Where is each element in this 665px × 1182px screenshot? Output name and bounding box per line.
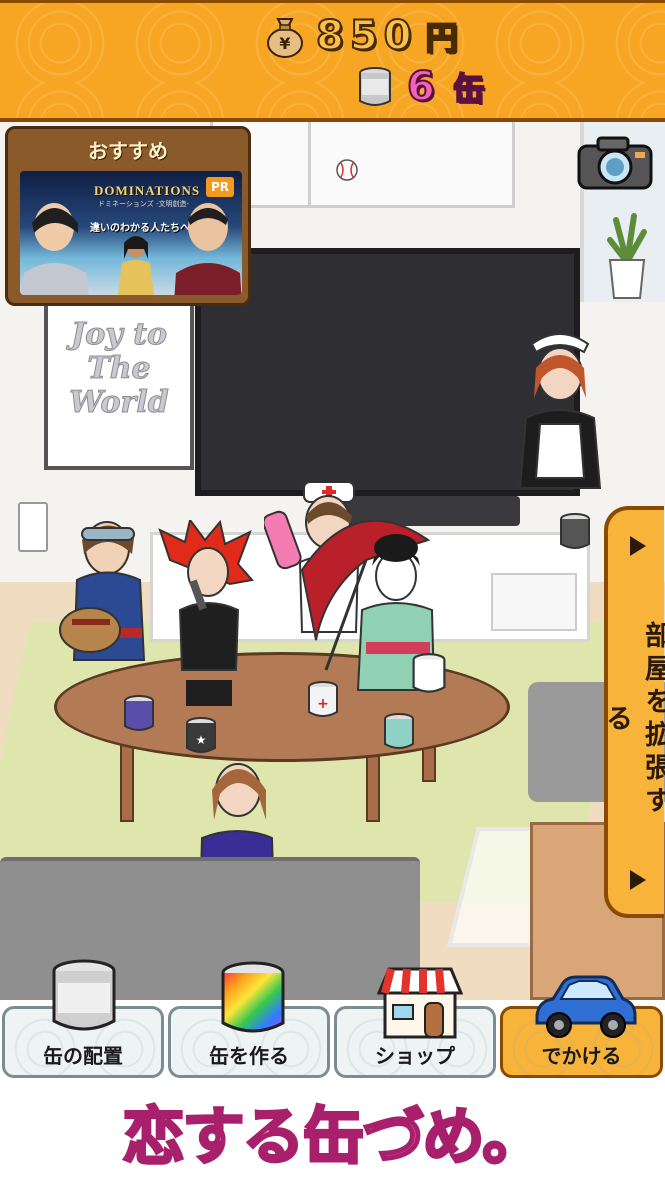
svg-text:+: + bbox=[317, 696, 329, 712]
shop-button[interactable]: ショップ bbox=[334, 967, 496, 1078]
recommend-title: おすすめ bbox=[88, 139, 168, 163]
arrange-cans-label: 缶の配置 bbox=[43, 1044, 123, 1068]
ad-queen-figure bbox=[118, 236, 154, 295]
tin-can-icon bbox=[359, 67, 391, 106]
can-on-table[interactable] bbox=[410, 652, 448, 696]
ad-banner[interactable]: DOMINATIONS ドミネーションズ -文明創造- 違いのわかる人たちへ。 … bbox=[20, 171, 242, 295]
baseball-icon bbox=[336, 159, 358, 181]
character-maid-girl[interactable] bbox=[512, 328, 608, 498]
expand-room-button[interactable]: 部屋を拡張する bbox=[601, 506, 665, 918]
shop-label: ショップ bbox=[375, 1044, 455, 1068]
make-can-button[interactable]: 缶を作る bbox=[168, 961, 330, 1078]
go-out-label: でかける bbox=[541, 1044, 622, 1068]
wall-outlet bbox=[18, 502, 48, 552]
can-on-table[interactable]: + bbox=[306, 680, 340, 720]
ad-person-right bbox=[174, 203, 242, 295]
character-rocker-girl[interactable] bbox=[150, 520, 260, 710]
recommend-ad-board[interactable]: おすすめ DOMINATIONS ドミネーションズ -文明創造- 違いのわかる人… bbox=[5, 126, 251, 306]
play-arrow-icon bbox=[630, 870, 646, 890]
game-logo: 恋する缶づめ。 bbox=[121, 1099, 546, 1175]
can-on-table[interactable] bbox=[558, 512, 592, 552]
status-bar: ¥ 850 円 6 缶 bbox=[0, 0, 665, 122]
svg-text:¥: ¥ bbox=[279, 34, 290, 53]
svg-text:★: ★ bbox=[196, 733, 207, 747]
rainbow-can-icon bbox=[221, 961, 285, 1033]
play-arrow-icon bbox=[630, 536, 646, 556]
expand-room-label: 部屋を拡張する bbox=[601, 621, 665, 819]
make-can-label: 缶を作る bbox=[209, 1044, 289, 1068]
camera-icon[interactable] bbox=[576, 134, 654, 192]
character-fisher-girl[interactable] bbox=[52, 510, 162, 700]
footer: 恋する缶づめ。 bbox=[0, 1080, 665, 1182]
can-on-table[interactable] bbox=[382, 712, 416, 752]
money-unit: 円 bbox=[424, 18, 458, 58]
cans-value: 6 bbox=[406, 63, 441, 111]
money-display: ¥ 850 円 bbox=[262, 11, 459, 61]
shop-icon bbox=[377, 967, 463, 1039]
can-on-table[interactable]: ★ bbox=[184, 716, 218, 756]
poster-text: Joy to The World bbox=[69, 317, 169, 420]
silver-can-icon bbox=[52, 959, 116, 1031]
arrange-cans-button[interactable]: 缶の配置 bbox=[2, 959, 164, 1078]
ad-person-left bbox=[21, 203, 89, 295]
can-on-table[interactable] bbox=[122, 694, 156, 734]
cans-unit: 缶 bbox=[452, 69, 486, 109]
poster: Joy to The World bbox=[44, 300, 194, 470]
go-out-button[interactable]: でかける bbox=[500, 975, 663, 1078]
wall-shelf bbox=[210, 122, 515, 208]
bottom-toolbar: 缶の配置 缶を作る ショップ でかける bbox=[0, 959, 665, 1080]
money-bag-yen-icon: ¥ bbox=[267, 18, 303, 58]
potted-plant bbox=[607, 213, 647, 299]
pr-badge: PR bbox=[206, 177, 234, 197]
blue-car-icon bbox=[535, 975, 637, 1038]
money-value: 850 bbox=[315, 12, 418, 60]
cabinet-drawer bbox=[491, 573, 577, 631]
cans-display: 6 缶 bbox=[355, 61, 486, 113]
